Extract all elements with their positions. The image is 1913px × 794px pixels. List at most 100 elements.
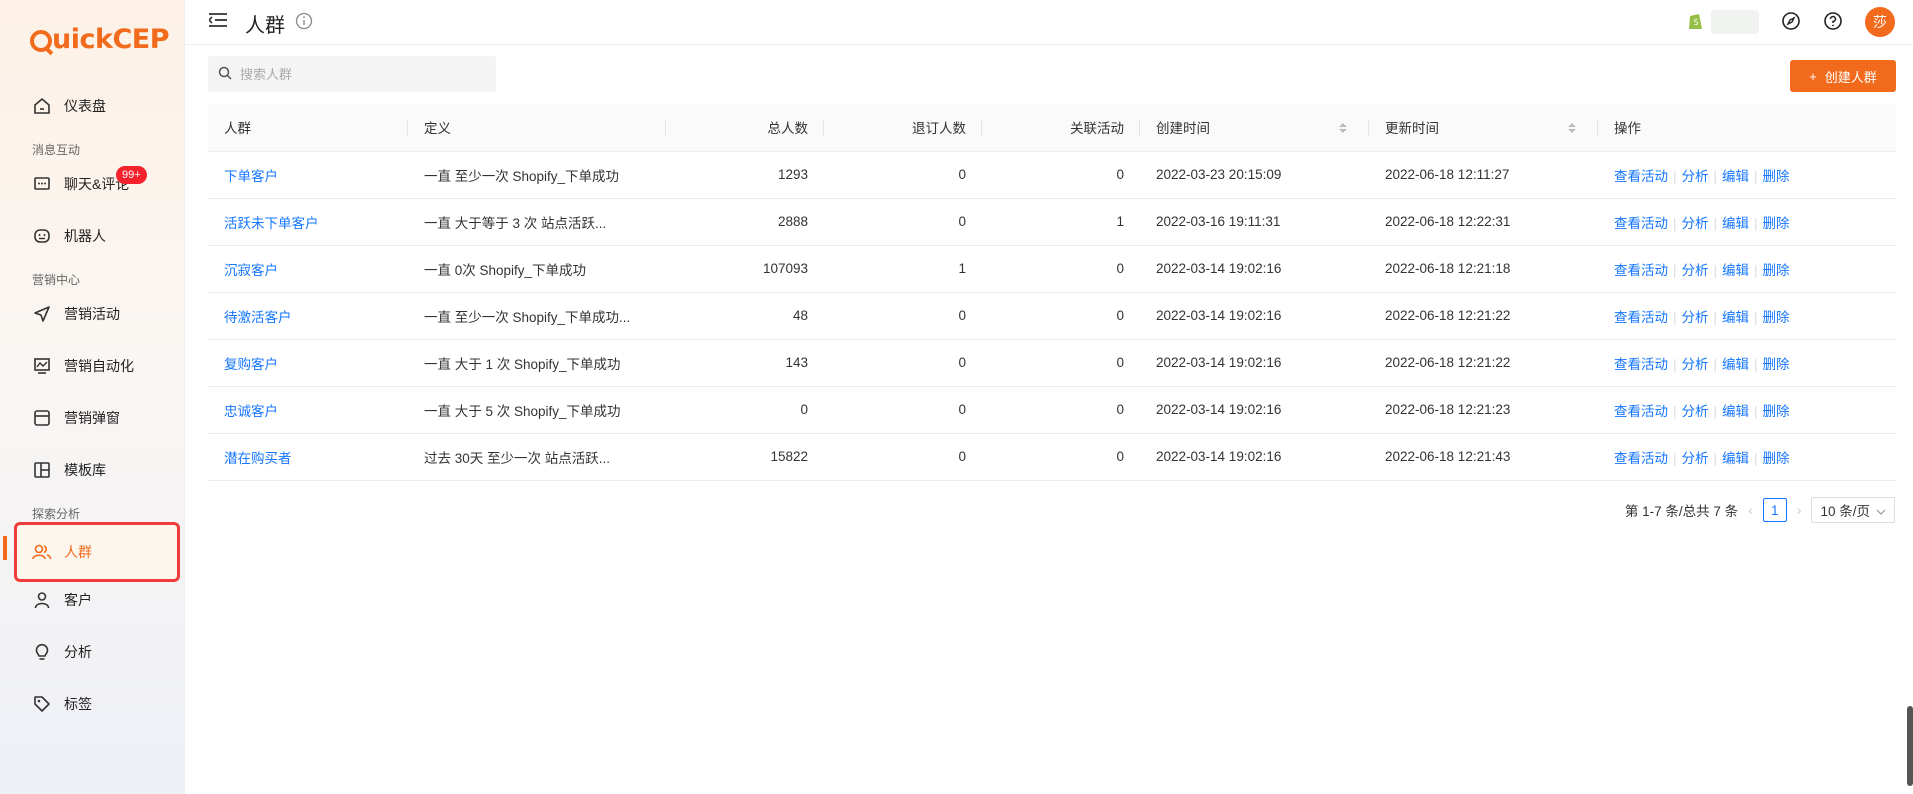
sidebar-item-tags[interactable]: 标签 [14,678,180,730]
delete-link[interactable]: 删除 [1763,451,1790,466]
total-count: 2888 [666,198,824,246]
sidebar-item-label: 分析 [64,644,92,660]
view-campaigns-link[interactable]: 查看活动 [1614,451,1668,466]
analyze-link[interactable]: 分析 [1682,404,1709,419]
total-count: 0 [666,386,824,434]
user-icon [32,590,52,610]
col-header-updated[interactable]: 更新时间 [1369,104,1598,152]
table-row: 下单客户 一直 至少一次 Shopify_下单成功 1293 0 0 2022-… [208,151,1896,199]
scrollbar-thumb[interactable] [1907,706,1913,786]
info-icon[interactable] [295,12,313,33]
users-icon [32,542,52,562]
sidebar-item-segments[interactable]: 人群 [3,522,180,582]
nav-group-messaging: 消息互动 [32,143,81,157]
created-time: 2022-03-14 19:02:16 [1140,292,1369,340]
sidebar-item-label: 机器人 [64,228,106,244]
segment-name-link[interactable]: 忠诚客户 [224,404,278,419]
sort-icon[interactable] [1339,123,1347,133]
linked-campaigns-count: 0 [982,433,1140,481]
page-size-select[interactable]: 10 条/页 [1811,497,1895,523]
create-segment-button[interactable]: + 创建人群 [1790,60,1896,92]
col-header-created[interactable]: 创建时间 [1140,104,1369,152]
menu-fold-icon[interactable] [207,12,227,31]
sidebar-item-campaigns[interactable]: 营销活动 [14,288,180,340]
updated-time: 2022-06-18 12:21:43 [1369,433,1598,481]
prev-page-icon[interactable]: ‹ [1748,502,1753,518]
sidebar-item-popups[interactable]: 营销弹窗 [14,392,180,444]
analyze-link[interactable]: 分析 [1682,263,1709,278]
col-header-actions: 操作 [1598,104,1896,152]
sidebar-item-analysis[interactable]: 分析 [14,626,180,678]
sidebar-item-label: 标签 [64,696,92,712]
delete-link[interactable]: 删除 [1763,169,1790,184]
page-number-current[interactable]: 1 [1762,498,1787,522]
delete-link[interactable]: 删除 [1763,310,1790,325]
analyze-link[interactable]: 分析 [1682,357,1709,372]
analyze-link[interactable]: 分析 [1682,310,1709,325]
nav-group-explore: 探索分析 [32,507,81,521]
created-time: 2022-03-16 19:11:31 [1140,198,1369,246]
shopify-icon: S [1687,11,1705,34]
segment-name-link[interactable]: 复购客户 [224,357,278,372]
search-box [208,56,496,92]
next-page-icon[interactable]: › [1797,502,1802,518]
view-campaigns-link[interactable]: 查看活动 [1614,263,1668,278]
store-switcher[interactable]: S [1687,10,1759,34]
unsubscribed-count: 0 [824,198,982,246]
sidebar-item-customers[interactable]: 客户 [14,574,180,626]
view-campaigns-link[interactable]: 查看活动 [1614,216,1668,231]
help-icon[interactable] [1823,11,1843,34]
edit-link[interactable]: 编辑 [1722,451,1749,466]
sidebar-item-robot[interactable]: 机器人 [14,210,180,262]
avatar[interactable]: 莎 [1865,7,1895,37]
template-icon [32,460,52,480]
segment-name-link[interactable]: 潜在购买者 [224,451,292,466]
view-campaigns-link[interactable]: 查看活动 [1614,310,1668,325]
linked-campaigns-count: 0 [982,292,1140,340]
edit-link[interactable]: 编辑 [1722,263,1749,278]
unsubscribed-count: 0 [824,292,982,340]
edit-link[interactable]: 编辑 [1722,357,1749,372]
tag-icon [32,694,52,714]
app-logo[interactable]: uickCEP [30,24,170,55]
view-campaigns-link[interactable]: 查看活动 [1614,169,1668,184]
segments-table: 人群 定义 总人数 退订人数 关联活动 创建时间 更新时间 操作 下单客户 一直… [208,104,1896,481]
view-campaigns-link[interactable]: 查看活动 [1614,357,1668,372]
edit-link[interactable]: 编辑 [1722,216,1749,231]
analyze-link[interactable]: 分析 [1682,451,1709,466]
view-campaigns-link[interactable]: 查看活动 [1614,404,1668,419]
delete-link[interactable]: 删除 [1763,263,1790,278]
sidebar-item-automation[interactable]: 营销自动化 [14,340,180,392]
col-header-segment: 人群 [208,104,408,152]
delete-link[interactable]: 删除 [1763,357,1790,372]
sort-icon[interactable] [1568,123,1576,133]
svg-text:S: S [1694,18,1699,27]
segment-name-link[interactable]: 待激活客户 [224,310,292,325]
sidebar-item-chat[interactable]: 聊天&评论 99+ [14,158,180,210]
edit-link[interactable]: 编辑 [1722,404,1749,419]
segment-name-link[interactable]: 活跃未下单客户 [224,216,319,231]
analyze-link[interactable]: 分析 [1682,216,1709,231]
created-time: 2022-03-14 19:02:16 [1140,386,1369,434]
row-actions: 查看活动 | 分析 | 编辑 | 删除 [1598,198,1896,246]
sidebar-item-label: 仪表盘 [64,98,106,114]
sidebar-item-dashboard[interactable]: 仪表盘 [14,80,180,132]
logo-q-icon [30,30,52,52]
edit-link[interactable]: 编辑 [1722,310,1749,325]
sidebar-item-templates[interactable]: 模板库 [14,444,180,496]
table-row: 潜在购买者 过去 30天 至少一次 站点活跃... 15822 0 0 2022… [208,433,1896,481]
delete-link[interactable]: 删除 [1763,404,1790,419]
linked-campaigns-count: 0 [982,386,1140,434]
segment-definition: 一直 至少一次 Shopify_下单成功... [408,292,666,340]
sidebar-item-label: 模板库 [64,462,106,478]
nav-group-marketing: 营销中心 [32,273,81,287]
edit-link[interactable]: 编辑 [1722,169,1749,184]
compass-icon[interactable] [1781,11,1801,34]
delete-link[interactable]: 删除 [1763,216,1790,231]
popup-icon [32,408,52,428]
search-input[interactable] [238,65,482,83]
analyze-link[interactable]: 分析 [1682,169,1709,184]
page-title: 人群 [245,15,285,37]
segment-name-link[interactable]: 沉寂客户 [224,263,278,278]
segment-name-link[interactable]: 下单客户 [224,169,278,184]
